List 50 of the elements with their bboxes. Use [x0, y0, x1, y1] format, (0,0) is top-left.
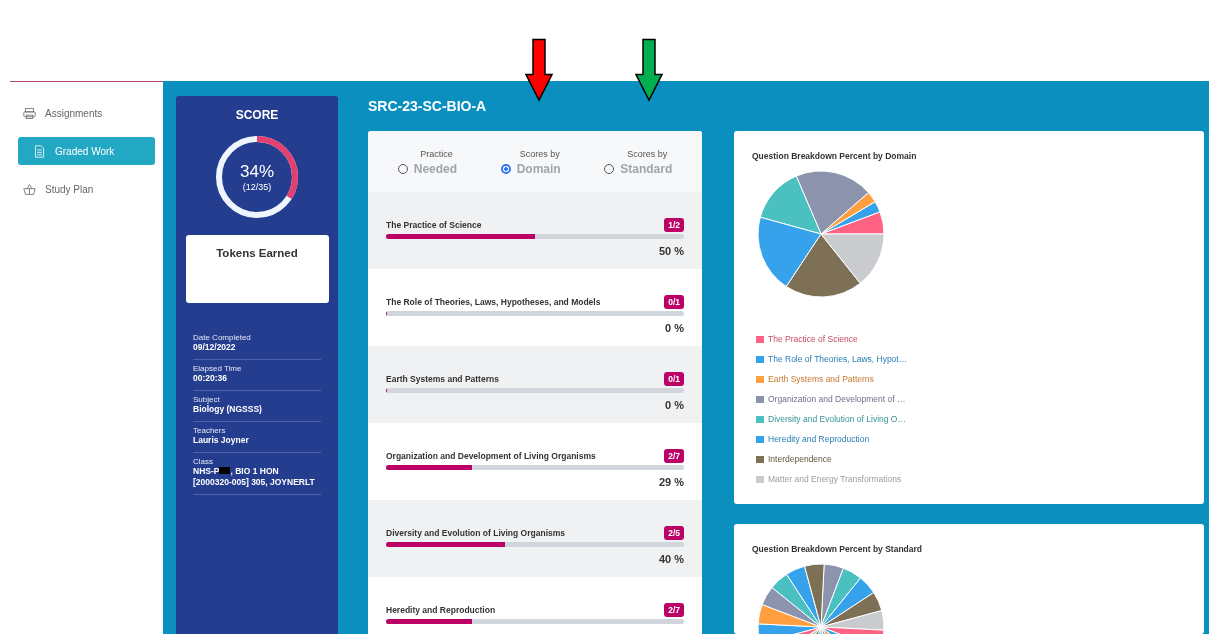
score-badge: 2/7 [664, 603, 684, 617]
domain-name: The Practice of Science [386, 220, 482, 230]
domain-name: Earth Systems and Patterns [386, 374, 499, 384]
document-icon [33, 144, 46, 158]
score-badge: 0/1 [664, 295, 684, 309]
chart-title: Question Breakdown Percent by Domain [752, 151, 918, 161]
domain-percent: 0 % [665, 399, 684, 411]
detail-label: Elapsed Time [193, 363, 243, 373]
detail-label: Date Completed [193, 333, 252, 342]
legend-label: Earth Systems and Patterns [768, 374, 874, 384]
tokens-title: Tokens Earned [216, 247, 298, 261]
score-percent: 34% [240, 162, 274, 182]
basket-icon [23, 182, 36, 196]
detail-label: Subject [193, 394, 221, 404]
detail-label: Teachers [193, 425, 227, 435]
assessment-title: SRC-23-SC-BIO-A [368, 98, 488, 116]
sidebar-item[interactable]: Assignments [18, 99, 155, 127]
view-option-radio[interactable]: Scores by Domain [500, 149, 561, 176]
printer-icon [23, 106, 36, 120]
legend-label: Organization and Development of … [768, 394, 906, 404]
chart-title: Question Breakdown Percent by Standard [752, 544, 924, 554]
domain-percent: 40 % [658, 553, 684, 565]
domain-name: Organization and Development of Living Organisms [386, 451, 596, 461]
score-badge: 1/2 [664, 218, 684, 232]
score-badge: 0/1 [664, 372, 684, 386]
legend-label: Interdependence [768, 454, 832, 464]
legend-label: Matter and Energy Transformations [768, 474, 902, 484]
domain-name: The Role of Theories, Laws, Hypotheses, and Models [386, 297, 601, 307]
sidebar-item[interactable]: Study Plan [18, 175, 155, 203]
detail-value: 09/12/2022 [193, 342, 237, 354]
legend-label: Diversity and Evolution of Living O… [768, 414, 906, 424]
detail-label: Class [193, 456, 214, 466]
detail-value: Biology (NGSSS) [193, 403, 263, 416]
domain-percent: 0 % [665, 322, 684, 334]
legend-label: Heredity and Reproduction [768, 434, 870, 444]
legend-label: The Practice of Science [768, 334, 858, 344]
score-title: SCORE [235, 108, 279, 122]
score-badge: 2/7 [664, 449, 684, 463]
score-fraction: (12/35) [242, 182, 272, 192]
domain-name: Heredity and Reproduction [386, 605, 496, 615]
view-option-radio[interactable]: Practice Needed [397, 149, 458, 176]
legend-label: The Role of Theories, Laws, Hypot… [768, 354, 908, 364]
domain-name: Diversity and Evolution of Living Organisms [386, 528, 565, 538]
view-option-radio[interactable]: Scores by Standard [604, 149, 673, 176]
detail-value: Lauris Joyner [193, 434, 250, 447]
score-badge: 2/5 [664, 526, 684, 540]
detail-value: 00:20:36 [193, 372, 229, 385]
domain-percent: 29 % [658, 476, 684, 488]
domain-percent: 50 % [658, 245, 684, 257]
detail-value: NHS-P , BIO 1 HON [2000320-005] 305, JOYNERLT [193, 465, 316, 490]
